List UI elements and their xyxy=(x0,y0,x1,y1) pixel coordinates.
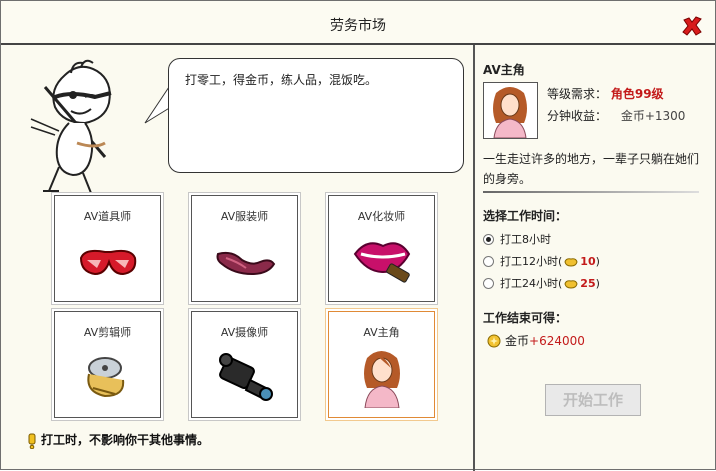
radio-button[interactable] xyxy=(483,277,494,289)
radio-button[interactable] xyxy=(483,255,494,267)
film-reel-icon xyxy=(87,357,125,398)
job-label: AV化妆师 xyxy=(357,210,406,223)
mascot-icon xyxy=(30,59,112,194)
job-card-lead[interactable]: AV主角 xyxy=(326,309,437,420)
reward-section-title: 工作结束可得： xyxy=(483,311,568,325)
req-value: 角色99级 xyxy=(610,87,664,101)
job-card-costume[interactable]: AV服装师 xyxy=(189,193,300,304)
girl-avatar-icon xyxy=(493,87,527,139)
clothing-icon xyxy=(216,251,276,276)
minute-earnings: 分钟收益： 金币+1300 xyxy=(547,107,685,124)
labor-market-dialog: 劳务市场 打零工，得金币，练人品，混饭吃。 AV道具师 AV服装师 AV化妆师 … xyxy=(0,0,716,471)
job-card-prop-master[interactable]: AV道具师 xyxy=(52,193,163,304)
glasses-icon xyxy=(79,249,137,276)
req-label: 等级需求： xyxy=(547,87,608,101)
job-avatar xyxy=(483,82,538,139)
earn-label: 分钟收益： xyxy=(547,109,608,123)
speech-bubble: 打零工，得金币，练人品，混饭吃。 xyxy=(168,58,464,173)
option-close: ) xyxy=(595,254,600,268)
option-label: 打工12小时( xyxy=(500,255,563,268)
reward-label: 金币 xyxy=(505,334,530,348)
job-label: AV剪辑师 xyxy=(83,326,132,339)
option-cost: 10 xyxy=(580,254,596,268)
level-requirement: 等级需求： 角色99级 xyxy=(547,85,664,102)
job-description: 一生走过许多的地方，一辈子只躺在她们的身旁。 xyxy=(483,152,700,186)
option-label: 打工8小时 xyxy=(500,233,551,246)
lipstick-icon xyxy=(353,242,411,283)
job-name: AV主角 xyxy=(483,63,525,77)
section-divider xyxy=(483,191,699,193)
start-work-button[interactable]: 开始工作 xyxy=(545,384,641,416)
job-card-cameraman[interactable]: AV摄像师 xyxy=(189,309,300,420)
exclamation-icon xyxy=(28,433,36,449)
earn-value: 金币+1300 xyxy=(620,109,686,123)
speech-text: 打零工，得金币，练人品，混饭吃。 xyxy=(185,73,378,87)
tip-text: 打工时，不影响你干其他事情。 xyxy=(41,433,210,447)
job-detail-panel: AV主角 等级需求： 角色99级 分钟收益： 金币+1300 一生走过许多的地方… xyxy=(475,45,715,469)
option-cost: 25 xyxy=(580,276,596,290)
job-label: AV摄像师 xyxy=(220,326,269,339)
job-card-editor[interactable]: AV剪辑师 xyxy=(52,309,163,420)
left-panel: 打零工，得金币，练人品，混饭吃。 AV道具师 AV服装师 AV化妆师 AV剪辑师… xyxy=(11,45,473,467)
job-label: AV服装师 xyxy=(220,210,269,223)
reward-value: +624000 xyxy=(529,333,585,348)
girl-avatar-icon xyxy=(364,351,400,408)
gold-ingot-icon xyxy=(564,279,578,289)
option-8h[interactable]: 打工8小时 xyxy=(483,231,551,247)
job-label: AV主角 xyxy=(363,326,400,339)
gold-ingot-icon xyxy=(564,257,578,267)
option-12h[interactable]: 打工12小时( 10 ) xyxy=(483,253,600,269)
video-camera-icon xyxy=(219,353,273,401)
option-close: ) xyxy=(595,276,600,290)
job-label: AV道具师 xyxy=(83,210,132,223)
radio-button[interactable] xyxy=(483,233,494,245)
option-24h[interactable]: 打工24小时( 25 ) xyxy=(483,275,600,291)
tip-text-row: 打工时，不影响你干其他事情。 xyxy=(27,431,209,449)
title-bar: 劳务市场 xyxy=(1,1,715,45)
gold-coin-icon xyxy=(487,334,501,347)
job-card-makeup[interactable]: AV化妆师 xyxy=(326,193,437,304)
time-section-title: 选择工作时间： xyxy=(483,209,568,223)
reward-row: 金币 +624000 xyxy=(487,332,585,349)
option-label: 打工24小时( xyxy=(500,277,563,290)
dialog-title: 劳务市场 xyxy=(330,18,386,34)
close-icon[interactable] xyxy=(681,15,703,37)
